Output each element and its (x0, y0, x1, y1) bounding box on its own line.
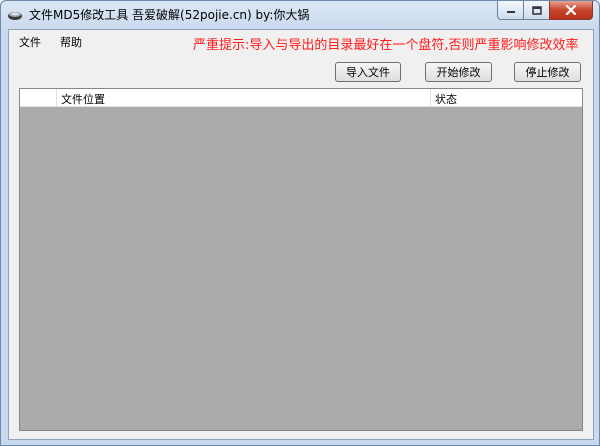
app-icon[interactable] (7, 9, 23, 21)
menu-file[interactable]: 文件 (9, 30, 50, 52)
stop-modify-button[interactable]: 停止修改 (514, 62, 581, 82)
maximize-button[interactable] (523, 1, 549, 20)
caption-buttons (497, 1, 593, 21)
menu-bar: 文件 帮助 (9, 30, 91, 52)
column-header-status[interactable]: 状态 (431, 89, 582, 106)
start-modify-button[interactable]: 开始修改 (425, 62, 492, 82)
window-title: 文件MD5修改工具 吾爱破解(52pojie.cn) by:你大锅 (29, 8, 310, 22)
menu-help[interactable]: 帮助 (50, 30, 91, 52)
app-window: 文件MD5修改工具 吾爱破解(52pojie.cn) by:你大锅 文件 帮助 … (0, 0, 600, 446)
minimize-icon (506, 11, 515, 13)
title-bar[interactable]: 文件MD5修改工具 吾爱破解(52pojie.cn) by:你大锅 (1, 1, 599, 29)
close-icon (565, 5, 577, 15)
warning-text: 严重提示:导入与导出的目录最好在一个盘符,否则严重影响修改效率 (193, 38, 579, 53)
file-list[interactable]: 文件位置 状态 (19, 88, 583, 431)
close-button[interactable] (549, 1, 593, 20)
column-header-index[interactable] (20, 89, 57, 106)
client-area: 文件 帮助 严重提示:导入与导出的目录最好在一个盘符,否则严重影响修改效率 导入… (8, 29, 594, 440)
maximize-icon (531, 5, 542, 15)
column-header-file-path[interactable]: 文件位置 (57, 89, 431, 106)
list-header: 文件位置 状态 (20, 89, 582, 107)
import-file-button[interactable]: 导入文件 (335, 62, 401, 82)
minimize-button[interactable] (497, 1, 523, 20)
